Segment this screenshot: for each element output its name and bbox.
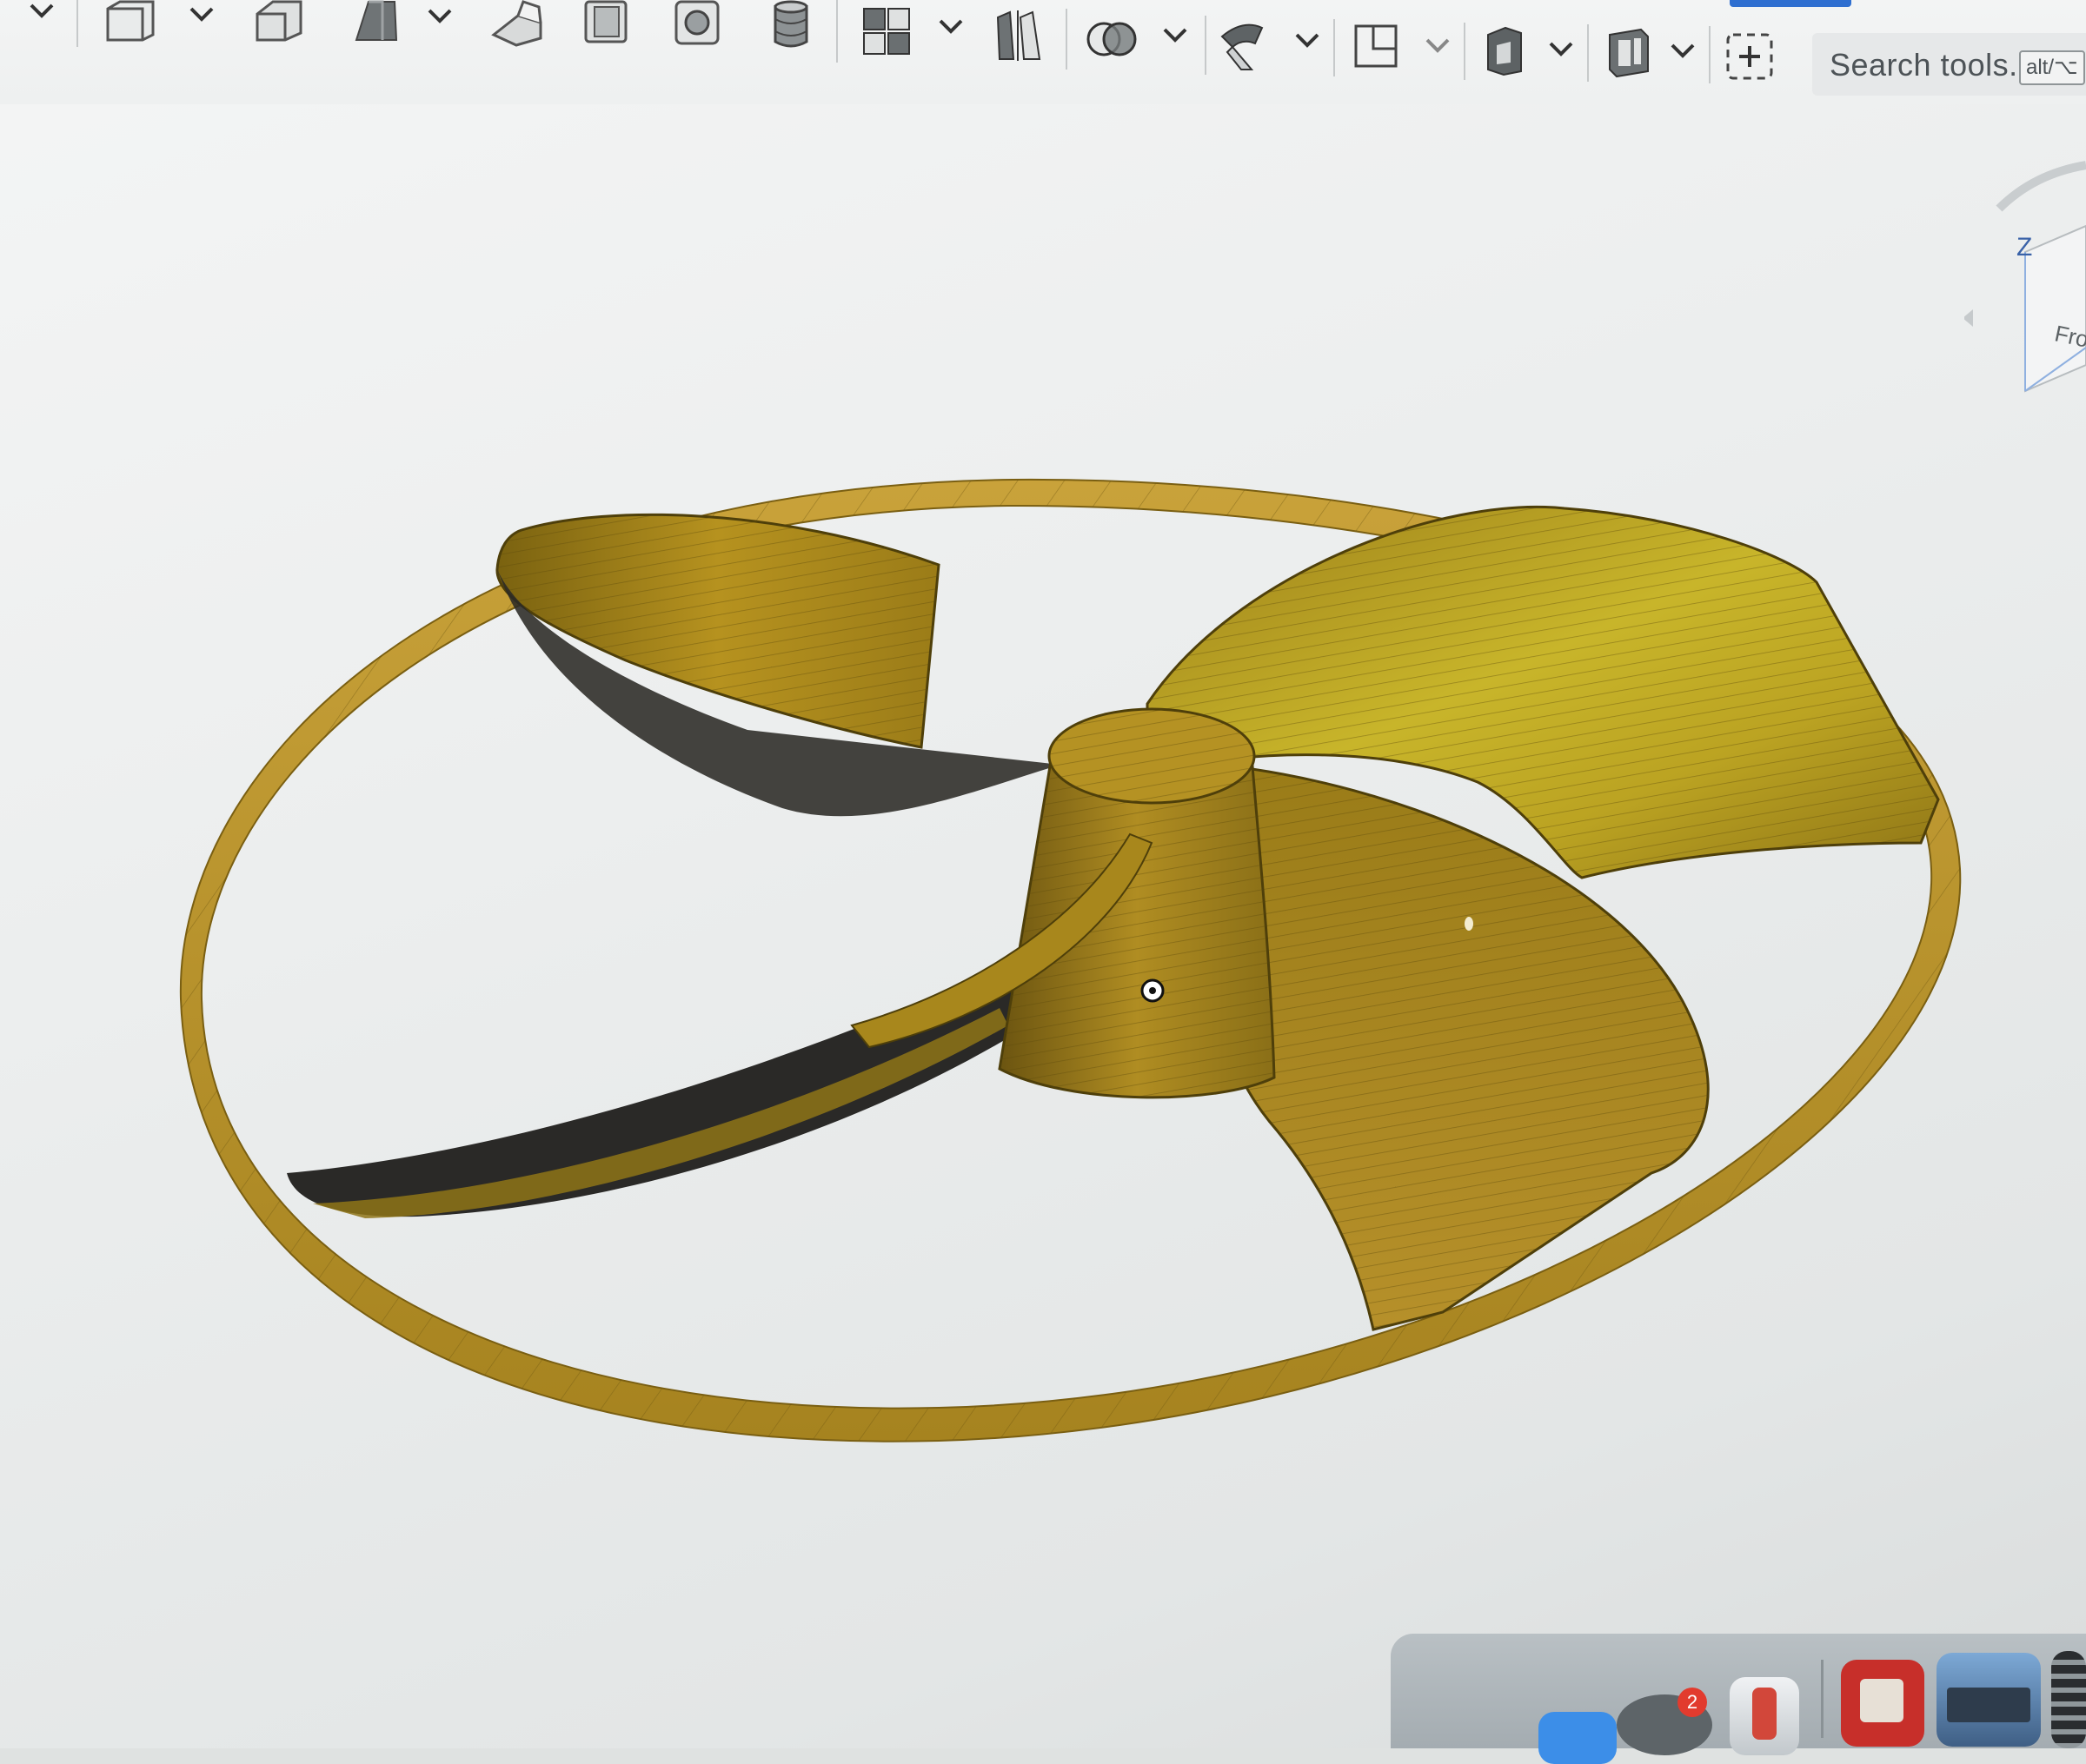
view-cube[interactable] <box>1964 156 2086 417</box>
toolbar-separator <box>1709 26 1711 83</box>
add-custom-feature-icon[interactable] <box>1724 31 1775 82</box>
chevron-down-icon[interactable] <box>24 0 59 26</box>
boolean-icon[interactable] <box>1085 17 1139 61</box>
cylinder-icon[interactable] <box>768 0 814 52</box>
sketch-icon[interactable] <box>103 0 160 42</box>
blade-lower-left[interactable] <box>287 956 1043 1218</box>
preview-icon[interactable] <box>1937 1653 2041 1747</box>
cursor-icon <box>1140 978 1165 1003</box>
toolbar-separator <box>1205 16 1206 75</box>
search-tools-placeholder: Search tools... <box>1830 47 2036 83</box>
extrude-icon[interactable] <box>252 0 306 42</box>
loft-icon[interactable] <box>581 0 633 45</box>
search-tools-input[interactable]: Search tools... alt/⌥ <box>1812 33 2086 96</box>
plane-dropdown-chevron-icon[interactable] <box>1420 35 1455 61</box>
split-icon[interactable] <box>1217 17 1274 73</box>
toolbar-separator <box>76 0 78 47</box>
revolve-icon[interactable] <box>348 0 405 43</box>
graphics-viewport[interactable] <box>0 104 2086 1616</box>
toolbar-separator <box>1587 24 1589 82</box>
boolean-dropdown-chevron-icon[interactable] <box>1158 24 1192 50</box>
phone-mirroring-icon[interactable] <box>1730 1677 1799 1755</box>
dock-separator <box>1821 1660 1824 1738</box>
pattern-icon[interactable] <box>860 5 913 57</box>
mate-connector-icon[interactable] <box>1604 28 1653 78</box>
settings-app-icon[interactable]: 2 <box>1617 1688 1712 1755</box>
sweep-icon[interactable] <box>488 0 546 47</box>
feature-toolbar: Search tools... alt/⌥ <box>0 0 2086 104</box>
sheet-metal-icon[interactable] <box>1483 26 1528 76</box>
toolbar-separator <box>1333 19 1335 76</box>
axis-z-label: Z <box>2016 233 2033 262</box>
pattern-dropdown-chevron-icon[interactable] <box>933 16 968 42</box>
mirror-icon[interactable] <box>994 9 1043 63</box>
mate-connector-dropdown-chevron-icon[interactable] <box>1665 40 1700 66</box>
toolbar-separator <box>1066 9 1067 70</box>
photo-booth-icon[interactable] <box>1841 1660 1924 1747</box>
search-shortcut-badge: alt/⌥ <box>2019 50 2085 85</box>
sketch-dropdown-chevron-icon[interactable] <box>184 3 219 30</box>
toolbar-separator <box>1464 23 1465 80</box>
active-tab-indicator <box>1730 0 1851 7</box>
toolbar-separator <box>836 0 838 63</box>
trash-icon[interactable] <box>2051 1651 2086 1748</box>
notification-badge: 2 <box>1677 1688 1707 1717</box>
plane-icon[interactable] <box>1352 23 1401 71</box>
split-dropdown-chevron-icon[interactable] <box>1290 30 1325 56</box>
macos-dock: 2 <box>1391 1634 2086 1764</box>
blue-app-icon[interactable] <box>1538 1712 1617 1764</box>
revolve-dropdown-chevron-icon[interactable] <box>422 5 457 31</box>
blade-upper-left[interactable] <box>495 513 1060 817</box>
propeller-model[interactable] <box>0 104 2086 1616</box>
sheet-metal-dropdown-chevron-icon[interactable] <box>1544 38 1578 64</box>
shell-icon[interactable] <box>671 0 725 49</box>
highlight-dot <box>1465 917 1473 931</box>
cad-screen: Search tools... alt/⌥ Z Fro 2 <box>0 0 2086 1764</box>
